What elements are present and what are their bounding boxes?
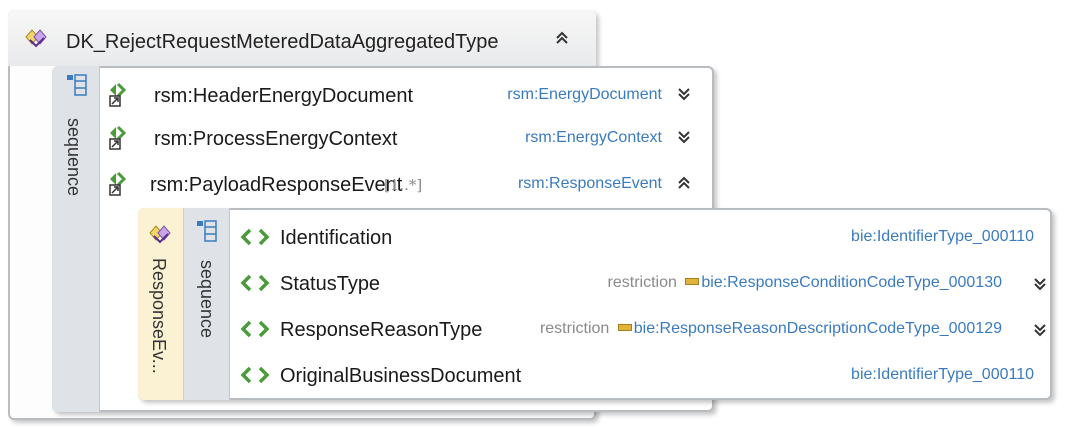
element-reference-icon <box>109 125 127 150</box>
restriction-icon <box>617 324 632 332</box>
sequence-icon <box>67 74 87 96</box>
element-name: rsm:PayloadResponseEvent <box>150 174 403 196</box>
element-restriction: restriction bie:ResponseConditionCodeTyp… <box>608 274 1002 292</box>
chevron-double-down-icon[interactable] <box>676 129 692 145</box>
element-type[interactable]: bie:IdentifierType_000110 <box>851 366 1034 384</box>
chevron-double-up-icon[interactable] <box>554 30 570 46</box>
chevron-double-down-icon[interactable] <box>676 86 692 102</box>
element-row[interactable]: OriginalBusinessDocument bie:IdentifierT… <box>236 360 1044 392</box>
element-icon <box>240 366 270 384</box>
sequence-label: sequence <box>64 118 84 197</box>
element-type[interactable]: bie:ResponseConditionCodeType_000130 <box>701 274 1002 291</box>
element-name: OriginalBusinessDocument <box>280 365 522 387</box>
element-row[interactable]: rsm:ProcessEnergyContext rsm:EnergyConte… <box>104 121 700 155</box>
element-icon <box>240 274 270 292</box>
element-icon <box>240 228 270 246</box>
element-icon <box>240 320 270 338</box>
chevron-double-down-icon[interactable] <box>1032 322 1048 338</box>
element-name: rsm:ProcessEnergyContext <box>154 128 398 150</box>
complex-type-icon <box>149 225 171 244</box>
restriction-icon <box>685 278 700 286</box>
element-reference-icon <box>109 171 127 196</box>
element-name: StatusType <box>280 273 381 295</box>
element-reference-icon <box>109 82 127 107</box>
element-name: ResponseReasonType <box>280 319 483 341</box>
element-row[interactable]: StatusType restriction bie:ResponseCondi… <box>236 268 1060 300</box>
complex-type-label: ResponseEv... <box>149 258 169 374</box>
element-name: Identification <box>280 227 393 249</box>
restriction-label: restriction <box>539 320 610 337</box>
element-type[interactable]: rsm:EnergyDocument <box>507 86 662 104</box>
sequence-icon <box>197 220 217 242</box>
element-cardinality: [1..*] <box>384 176 423 194</box>
chevron-double-up-icon[interactable] <box>676 175 692 191</box>
element-type[interactable]: rsm:EnergyContext <box>525 129 662 147</box>
complex-type-icon <box>25 29 47 48</box>
chevron-double-down-icon[interactable] <box>1032 276 1048 292</box>
sequence-label: sequence <box>197 260 217 339</box>
element-type[interactable]: bie:IdentifierType_000110 <box>851 228 1034 246</box>
complex-type-title: DK_RejectRequestMeteredDataAggregatedTyp… <box>66 31 499 53</box>
element-row[interactable]: ResponseReasonType restriction bie:Respo… <box>236 314 1060 346</box>
restriction-label: restriction <box>607 274 677 291</box>
element-row[interactable]: Identification bie:IdentifierType_000110 <box>236 222 1044 254</box>
element-row[interactable]: rsm:HeaderEnergyDocument rsm:EnergyDocum… <box>104 78 700 112</box>
element-name: rsm:HeaderEnergyDocument <box>154 85 413 107</box>
element-row[interactable]: rsm:PayloadResponseEvent [1..*] rsm:Resp… <box>104 167 700 201</box>
element-type[interactable]: rsm:ResponseEvent <box>518 175 662 193</box>
element-restriction: restriction bie:ResponseReasonDescriptio… <box>540 320 1002 338</box>
element-type[interactable]: bie:ResponseReasonDescriptionCodeType_00… <box>634 320 1002 337</box>
